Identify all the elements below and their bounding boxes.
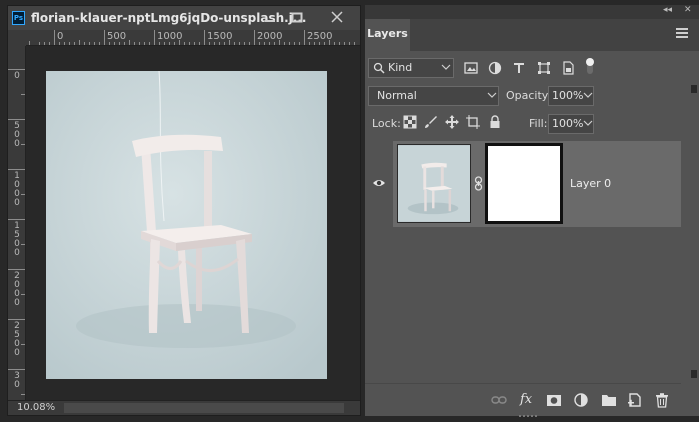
layer-thumbnail[interactable]	[397, 144, 471, 223]
ruler-v-label: 1 5 0 0	[14, 221, 20, 258]
blend-mode-value: Normal	[377, 89, 417, 102]
close-panel-icon[interactable]: ✕	[684, 5, 692, 15]
layer-row[interactable]: Layer 0	[365, 141, 683, 227]
ruler-v-label: 5 0 0	[14, 121, 20, 149]
blend-mode-dropdown[interactable]: Normal	[368, 86, 499, 106]
lock-position-move-icon[interactable]	[445, 115, 459, 129]
fill-input[interactable]: 100%	[548, 114, 594, 134]
ruler-v-label: 2 0 0 0	[14, 271, 20, 308]
right-panel-edge	[681, 60, 699, 390]
ruler-h-label: 1500	[207, 31, 233, 42]
layer-name[interactable]: Layer 0	[570, 177, 611, 190]
eye-icon	[373, 180, 385, 186]
visibility-toggle[interactable]	[365, 141, 393, 227]
document-image[interactable]	[46, 71, 327, 379]
layer-filter-dropdown[interactable]: Kind	[368, 58, 454, 78]
lock-label: Lock:	[372, 117, 401, 130]
document-titlebar[interactable]: Ps florian-klauer-nptLmg6jqDo-unsplash.j…	[8, 6, 360, 30]
photoshop-file-icon: Ps	[12, 11, 25, 25]
chevron-down-icon[interactable]	[583, 120, 593, 127]
vertical-ruler[interactable]: 0 5 0 0 1 0 0 0 1 5 0 0 2 0 0 0 2 5 0 0 …	[8, 46, 26, 400]
search-icon	[373, 62, 385, 74]
lock-artboard-icon[interactable]	[466, 115, 480, 129]
horizontal-ruler[interactable]: 0 500 1000 1500 2000 2500	[26, 30, 360, 46]
ruler-h-label: 2000	[257, 31, 283, 42]
chevron-down-icon[interactable]	[583, 92, 593, 99]
layers-panel-footer: fx	[365, 383, 699, 417]
smart-object-filter-icon[interactable]	[561, 61, 575, 75]
ruler-origin[interactable]	[8, 30, 26, 46]
layer-mask-thumbnail[interactable]	[485, 143, 563, 224]
link-layers-icon[interactable]	[491, 392, 507, 408]
horizontal-scrollbar[interactable]	[64, 403, 344, 413]
minimize-button[interactable]	[258, 9, 282, 27]
canvas-area[interactable]	[26, 46, 360, 400]
maximize-icon	[291, 12, 303, 23]
chevron-down-icon	[441, 64, 451, 70]
panel-tab-strip: Layers	[365, 19, 699, 51]
document-window: Ps florian-klauer-nptLmg6jqDo-unsplash.j…	[7, 5, 361, 416]
fill-value: 100%	[552, 117, 584, 130]
panel-menu-icon[interactable]	[676, 28, 688, 38]
new-adjustment-layer-icon[interactable]	[573, 392, 589, 408]
close-icon	[331, 11, 343, 23]
layer-mask-link-icon[interactable]	[474, 176, 483, 191]
ruler-h-label: 2500	[307, 31, 333, 42]
minimize-icon	[265, 20, 275, 22]
tab-layers[interactable]: Layers	[365, 19, 410, 51]
maximize-button[interactable]	[285, 9, 309, 27]
lock-transparency-icon[interactable]	[403, 115, 417, 129]
layers-panel: ◂◂ ✕ Layers Kind Normal Opacity: 100% Lo…	[365, 5, 699, 417]
shape-filter-icon[interactable]	[537, 61, 551, 75]
panel-header: ◂◂ ✕	[365, 5, 699, 19]
ruler-v-label: 3 0	[14, 371, 20, 390]
new-group-folder-icon[interactable]	[601, 392, 617, 408]
close-button[interactable]	[325, 9, 349, 27]
fill-label: Fill:	[529, 117, 548, 130]
ruler-v-label: 2 5 0 0	[14, 321, 20, 358]
layer-filter-value: Kind	[388, 61, 413, 74]
zoom-level[interactable]: 10.08%	[17, 402, 55, 413]
panel-resize-grip[interactable]	[519, 415, 539, 417]
add-mask-icon[interactable]	[546, 392, 562, 408]
ruler-h-label: 500	[107, 31, 127, 42]
document-statusbar: 10.08%	[8, 400, 360, 415]
ruler-h-label: 1000	[157, 31, 183, 42]
collapse-panel-icon[interactable]: ◂◂	[663, 5, 672, 15]
opacity-value: 100%	[552, 89, 584, 102]
opacity-label: Opacity:	[506, 89, 552, 102]
lock-all-icon[interactable]	[488, 115, 502, 129]
layer-mask-fill	[488, 146, 560, 221]
filter-toggle-icon[interactable]	[584, 56, 596, 76]
chevron-down-icon	[487, 92, 497, 98]
lock-pixels-brush-icon[interactable]	[424, 115, 438, 129]
ruler-v-label: 0	[14, 71, 20, 81]
opacity-input[interactable]: 100%	[548, 86, 594, 106]
layer-style-fx-icon[interactable]: fx	[520, 392, 536, 408]
trash-icon[interactable]	[654, 392, 670, 408]
ruler-v-label: 1 0 0 0	[14, 171, 20, 208]
adjustment-filter-icon[interactable]	[488, 61, 502, 75]
ruler-h-label: 0	[57, 31, 64, 42]
image-filter-icon[interactable]	[464, 61, 478, 75]
new-layer-icon[interactable]	[627, 392, 643, 408]
type-filter-icon[interactable]	[512, 61, 526, 75]
